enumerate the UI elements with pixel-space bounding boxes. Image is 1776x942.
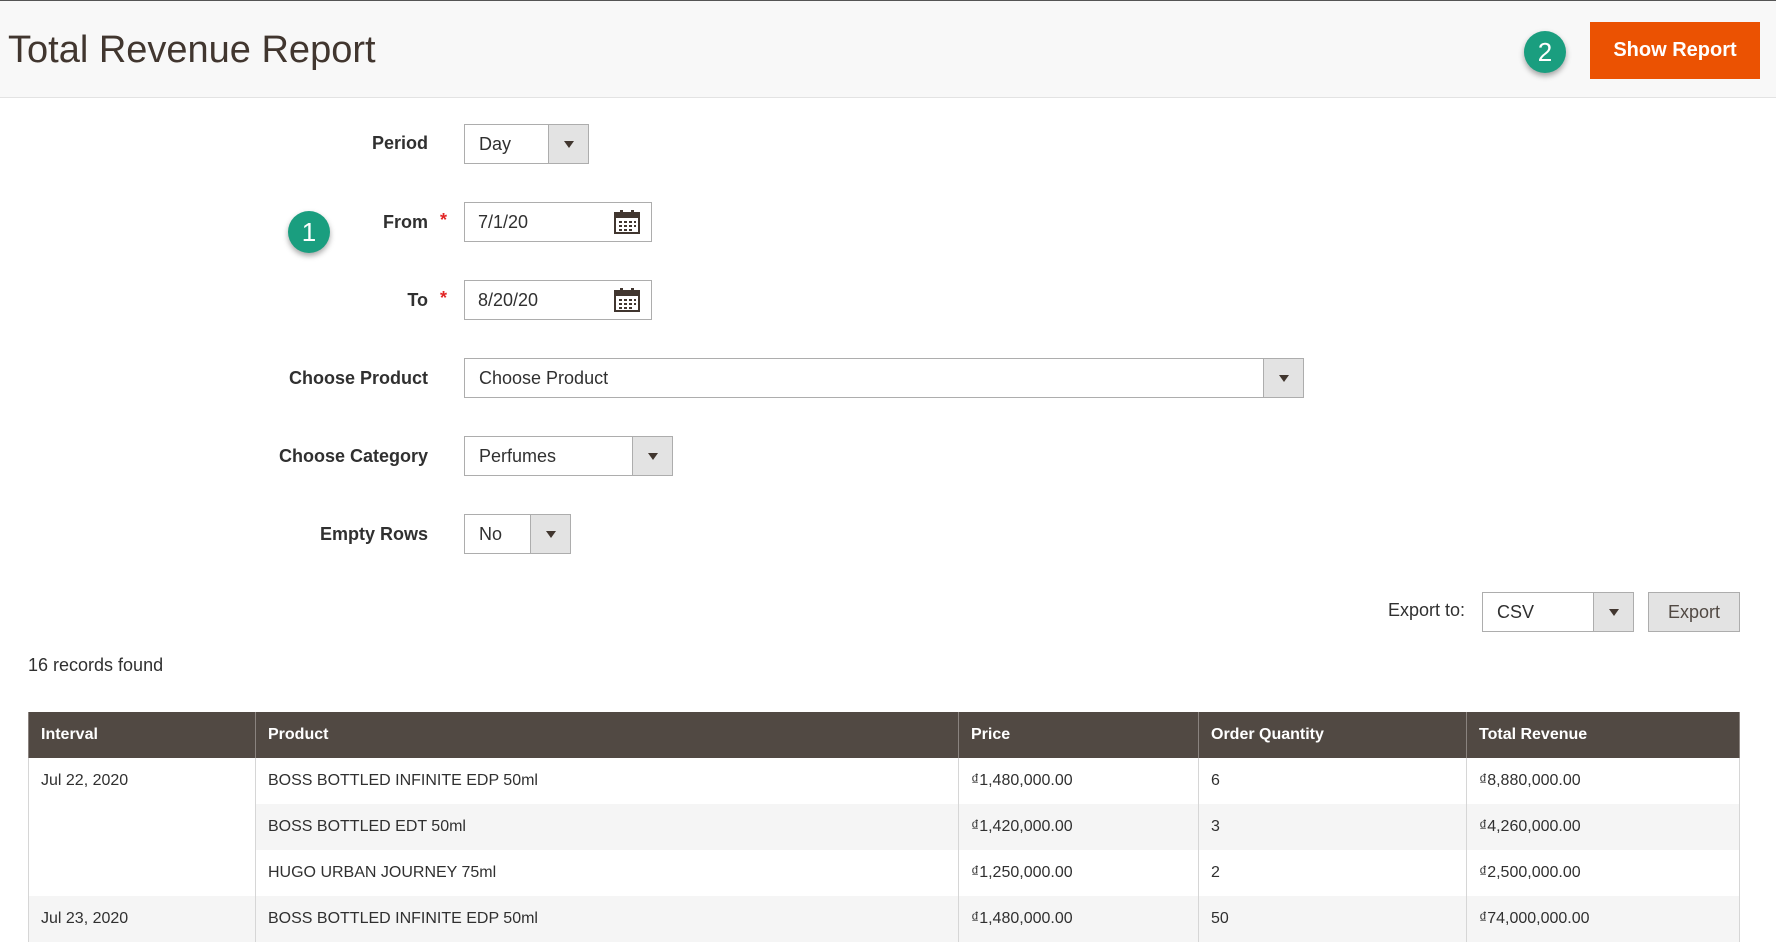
empty-rows-label: Empty Rows [319,524,428,544]
required-mark: * [440,288,448,308]
grid-header-row: Interval Product Price Order Quantity To… [28,712,1740,758]
to-date-input[interactable] [465,288,613,312]
column-header-order-quantity[interactable]: Order Quantity [1198,712,1467,758]
product-cell: HUGO URBAN JOURNEY 75ml [255,850,959,896]
table-row: BOSS BOTTLED EDT 50ml ₫1,420,000.00 3 ₫4… [29,804,1740,850]
product-cell: BOSS BOTTLED INFINITE EDP 50ml [255,896,959,942]
column-header-product[interactable]: Product [255,712,959,758]
total-revenue-cell: ₫74,000,000.00 [1466,896,1740,942]
column-header-total-revenue[interactable]: Total Revenue [1466,712,1740,758]
export-button[interactable]: Export [1648,592,1740,632]
interval-cell: Jul 23, 2020 [28,896,256,942]
calendar-icon[interactable] [613,209,641,235]
choose-category-select-value: Perfumes [479,445,557,466]
chevron-down-icon [530,515,570,553]
export-format-value: CSV [1497,601,1535,622]
page-title: Total Revenue Report [8,29,376,71]
to-label: To [407,290,428,310]
choose-category-label: Choose Category [278,446,428,466]
chevron-down-icon [548,125,588,163]
choose-product-select[interactable]: Choose Product [464,358,1304,398]
from-label: From [383,212,428,232]
total-revenue-cell: ₫2,500,000.00 [1466,850,1740,896]
product-cell: BOSS BOTTLED EDT 50ml [255,804,959,850]
show-report-button[interactable]: Show Report [1590,22,1760,79]
chevron-down-icon [632,437,672,475]
interval-cell: Jul 22, 2020 [28,758,256,896]
table-row: Jul 22, 2020 BOSS BOTTLED INFINITE EDP 5… [28,758,1740,896]
order-quantity-cell: 6 [1198,758,1467,804]
choose-product-label: Choose Product [288,368,428,388]
records-found-count: 16 records found [28,655,164,675]
order-quantity-cell: 2 [1198,850,1467,896]
price-cell: ₫1,250,000.00 [958,850,1199,896]
order-quantity-cell: 3 [1198,804,1467,850]
price-cell: ₫1,480,000.00 [958,758,1199,804]
column-header-interval[interactable]: Interval [28,712,256,758]
price-cell: ₫1,420,000.00 [958,804,1199,850]
chevron-down-icon [1593,593,1633,631]
from-date-field[interactable] [464,202,652,242]
to-date-field[interactable] [464,280,652,320]
product-cell: BOSS BOTTLED INFINITE EDP 50ml [255,758,959,804]
export-to-label: Export to: [1388,600,1466,620]
choose-category-select[interactable]: Perfumes [464,436,673,476]
order-quantity-cell: 50 [1198,896,1467,942]
table-row: HUGO URBAN JOURNEY 75ml ₫1,250,000.00 2 … [29,850,1740,896]
choose-product-select-value: Choose Product [479,367,609,388]
price-cell: ₫1,480,000.00 [958,896,1199,942]
period-label: Period [371,133,428,153]
total-revenue-cell: ₫4,260,000.00 [1466,804,1740,850]
page-header: Total Revenue Report 2 Show Report [0,0,1776,98]
total-revenue-cell: ₫8,880,000.00 [1466,758,1740,804]
chevron-down-icon [1263,359,1303,397]
from-date-input[interactable] [465,210,613,234]
period-select[interactable]: Day [464,124,589,164]
table-row: Jul 23, 2020 BOSS BOTTLED INFINITE EDP 5… [28,896,1740,942]
column-header-price[interactable]: Price [958,712,1199,758]
export-format-select[interactable]: CSV [1482,592,1634,632]
empty-rows-select-value: No [479,523,503,544]
revenue-grid: Interval Product Price Order Quantity To… [28,712,1740,942]
step-badge-1: 1 [288,211,330,253]
period-select-value: Day [479,133,512,154]
required-mark: * [440,210,448,230]
empty-rows-select[interactable]: No [464,514,571,554]
step-badge-2: 2 [1524,31,1566,73]
calendar-icon[interactable] [613,287,641,313]
